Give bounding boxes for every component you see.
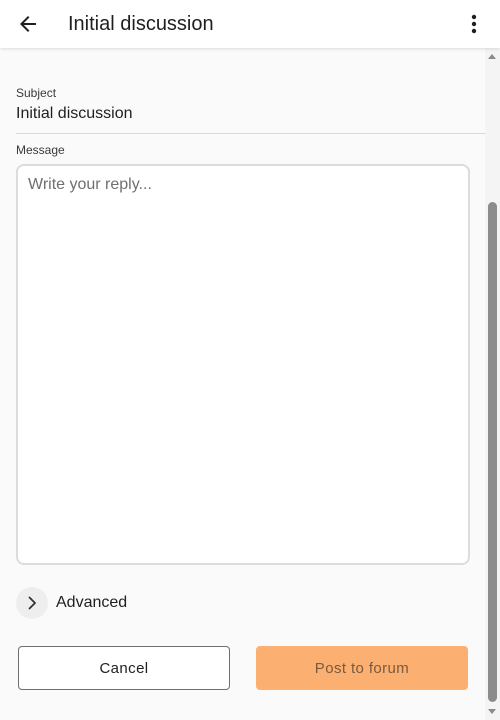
arrow-left-icon xyxy=(20,16,36,32)
advanced-chevron xyxy=(16,587,48,619)
cancel-button[interactable]: Cancel xyxy=(18,646,230,690)
scroll-up-arrow-icon[interactable] xyxy=(488,54,496,59)
advanced-toggle[interactable]: Advanced xyxy=(16,586,127,620)
app-header: Initial discussion xyxy=(0,0,500,48)
reply-screen: Initial discussion Subject Initial discu… xyxy=(0,0,500,720)
overflow-menu-button[interactable] xyxy=(462,8,486,40)
message-input[interactable] xyxy=(18,166,468,563)
reply-form: Subject Initial discussion Message Advan… xyxy=(0,48,485,720)
scroll-thumb[interactable] xyxy=(488,202,497,702)
subject-field[interactable]: Initial discussion xyxy=(16,105,133,123)
subject-label: Subject xyxy=(16,86,57,100)
subject-divider xyxy=(16,133,485,134)
message-box xyxy=(16,164,470,565)
advanced-label: Advanced xyxy=(56,594,128,611)
more-vert-icon xyxy=(471,14,477,34)
message-label: Message xyxy=(16,143,65,157)
scrollbar[interactable] xyxy=(485,48,500,720)
post-to-forum-button[interactable]: Post to forum xyxy=(256,646,468,690)
back-button[interactable] xyxy=(10,6,46,42)
scroll-down-arrow-icon[interactable] xyxy=(488,709,496,714)
page-title: Initial discussion xyxy=(68,13,214,35)
chevron-right-icon xyxy=(28,596,36,610)
